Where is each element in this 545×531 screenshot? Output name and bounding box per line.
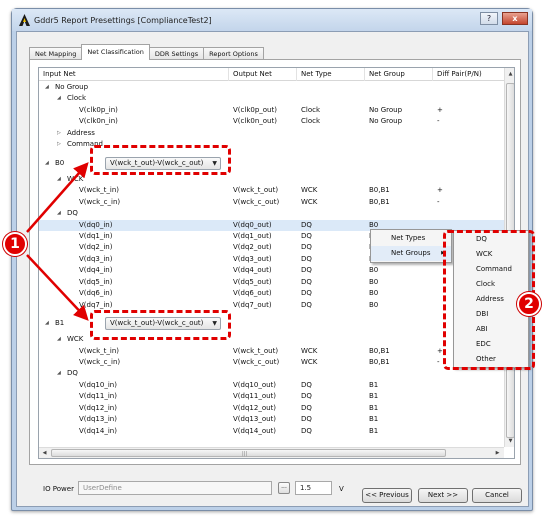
annotation-badge-2: 2 bbox=[517, 292, 541, 316]
annotation-arrows bbox=[26, 162, 89, 321]
tab-net-classification[interactable]: Net Classification bbox=[81, 44, 150, 60]
annotation-badge-1: 1 bbox=[3, 232, 27, 256]
